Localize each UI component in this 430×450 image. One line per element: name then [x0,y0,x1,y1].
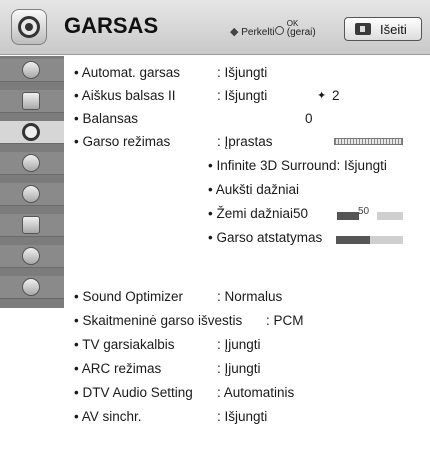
sound-optimizer-label: Sound Optimizer [82,289,184,304]
menu-row-bass[interactable]: Žemi dažniai50 [208,206,308,221]
exit-button[interactable]: Išeiti [344,17,422,41]
picture-icon [22,61,40,79]
voice-level-icon: ✦ [317,90,327,102]
sound-mode-label: Garso režimas [82,134,171,149]
sidebar-item-network[interactable] [0,245,64,268]
dtv-audio-value: : Automatinis [217,385,295,400]
sidebar-item-screen[interactable] [0,90,64,113]
menu-row-clear-voice[interactable]: Aiškus balsas II [74,88,176,103]
sidebar-item-support[interactable] [0,276,64,299]
menu-row-sound-optimizer[interactable]: Sound Optimizer [74,289,183,304]
bass-label: Žemi dažniai [216,206,294,221]
exit-button-label: Išeiti [380,22,407,37]
menu-row-tv-speaker[interactable]: TV garsiakalbis [74,337,175,352]
sound-mode-value: : Įprastas [217,134,273,149]
treble-value: 50 [358,206,370,217]
ok-button-icon [275,25,284,35]
menu-row-av-sync[interactable]: AV sinchr. [74,409,142,424]
balance-value: 0 [305,111,313,126]
menu-row-dtv-audio[interactable]: DTV Audio Setting [74,385,193,400]
sidebar-item-time[interactable] [0,152,64,175]
clear-voice-value: : Išjungti [217,88,268,103]
sound-reset-label: Garso atstatymas [216,230,323,245]
time-icon [22,154,40,172]
dtv-audio-label: DTV Audio Setting [82,385,193,400]
navigate-arrows-icon: ◆ [230,26,239,38]
balance-label: Balansas [82,111,139,126]
bass-value: 50 [293,206,309,221]
move-hint-label: Perkelti [241,27,275,38]
auto-volume-value: : Išjungti [217,65,268,80]
support-icon [22,278,40,296]
menu-row-arc-mode[interactable]: ARC režimas [74,361,162,376]
sidebar-item-lock[interactable] [0,183,64,206]
menu-header: GARSAS ◆ Perkelti OK (gerai) Išeiti [0,0,430,55]
digital-output-label: Skaitmeninė garso išvestis [82,313,243,328]
menu-row-digital-output[interactable]: Skaitmeninė garso išvestis [74,313,242,328]
arc-mode-label: ARC režimas [81,361,162,376]
move-hint: ◆ Perkelti [230,25,275,38]
network-icon [22,247,40,265]
balance-slider[interactable] [334,138,403,145]
sidebar-item-sound[interactable] [0,121,64,144]
sidebar-item-picture[interactable] [0,59,64,82]
menu-row-sound-mode[interactable]: Garso režimas [74,134,170,149]
menu-row-infinite-surround[interactable]: Infinite 3D Surround: Išjungti [208,158,387,173]
sidebar-item-option[interactable] [0,214,64,237]
treble-slider[interactable] [337,212,403,220]
sound-icon [22,123,40,141]
clear-voice-level: 2 [332,88,340,103]
clear-voice-label: Aiškus balsas II [81,88,176,103]
page-title: GARSAS [64,13,159,38]
av-sync-value: : Išjungti [217,409,268,424]
auto-volume-label: Automat. garsas [81,65,181,80]
tv-speaker-value: : Įjungti [217,337,261,352]
treble-label: Aukšti dažniai [215,182,300,197]
menu-sidebar [0,56,64,308]
digital-output-value: : PCM [266,313,304,328]
sound-optimizer-value: : Normalus [217,289,283,304]
lock-icon [22,185,40,203]
tv-speaker-label: TV garsiakalbis [82,337,175,352]
menu-row-sound-reset[interactable]: Garso atstatymas [208,230,322,245]
screen-icon [22,92,40,110]
ok-hint-label: (gerai) [286,27,316,38]
option-icon [22,216,40,234]
arc-mode-value: : Įjungti [217,361,261,376]
menu-row-balance[interactable]: Balansas [74,111,138,126]
bass-slider[interactable] [336,236,403,244]
menu-row-treble[interactable]: Aukšti dažniai [208,182,299,197]
menu-row-auto-volume[interactable]: Automat. garsas [74,65,180,80]
sound-settings-list: Automat. garsas : Išjungti Aiškus balsas… [64,56,430,450]
infinite-surround-label: Infinite 3D Surround: Išjungti [216,158,387,173]
exit-icon [355,23,371,35]
ok-hint: OK (gerai) [275,19,316,38]
av-sync-label: AV sinchr. [81,409,142,424]
sound-menu-icon [11,9,47,45]
